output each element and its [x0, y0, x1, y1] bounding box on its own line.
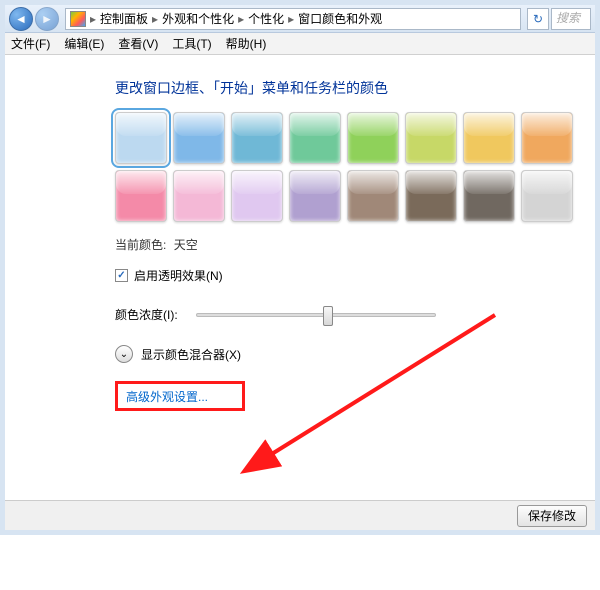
color-swatch-13[interactable] [405, 170, 457, 222]
search-input[interactable]: 搜索 [551, 8, 591, 30]
color-swatch-14[interactable] [463, 170, 515, 222]
color-swatch-0[interactable] [115, 112, 167, 164]
nav-forward-button[interactable]: ► [35, 7, 59, 31]
bc-appearance[interactable]: 外观和个性化 [162, 10, 234, 27]
transparency-label: 启用透明效果(N) [134, 267, 223, 284]
chevron-down-icon: ⌄ [115, 345, 133, 363]
color-swatch-9[interactable] [173, 170, 225, 222]
menu-edit[interactable]: 编辑(E) [64, 35, 104, 52]
transparency-row: ✓ 启用透明效果(N) [115, 267, 595, 284]
nav-back-button[interactable]: ◄ [9, 7, 33, 31]
intensity-slider[interactable] [196, 313, 436, 317]
advanced-settings-highlight: 高级外观设置... [115, 381, 245, 411]
color-swatch-15[interactable] [521, 170, 573, 222]
color-swatch-10[interactable] [231, 170, 283, 222]
menu-file[interactable]: 文件(F) [11, 35, 50, 52]
bc-window-color[interactable]: 窗口颜色和外观 [298, 10, 382, 27]
address-bar: ◄ ► ▸ 控制面板 ▸ 外观和个性化 ▸ 个性化 ▸ 窗口颜色和外观 ↻ 搜索 [5, 5, 595, 33]
current-color-label: 当前颜色: [115, 238, 166, 252]
page-title: 更改窗口边框、「开始」菜单和任务栏的颜色 [115, 78, 595, 98]
chevron-icon: ▸ [286, 12, 296, 26]
control-panel-icon [70, 11, 86, 27]
color-swatch-8[interactable] [115, 170, 167, 222]
color-swatch-7[interactable] [521, 112, 573, 164]
content-area: 更改窗口边框、「开始」菜单和任务栏的颜色 当前颜色: 天空 ✓ 启用透明效果(N… [5, 60, 595, 500]
color-swatches [115, 112, 590, 222]
refresh-button[interactable]: ↻ [527, 8, 549, 30]
advanced-settings-link[interactable]: 高级外观设置... [126, 388, 208, 405]
chevron-icon: ▸ [150, 12, 160, 26]
current-color-row: 当前颜色: 天空 [115, 236, 595, 253]
color-swatch-6[interactable] [463, 112, 515, 164]
color-mixer-expander[interactable]: ⌄ 显示颜色混合器(X) [115, 345, 595, 363]
color-swatch-1[interactable] [173, 112, 225, 164]
color-swatch-2[interactable] [231, 112, 283, 164]
breadcrumb[interactable]: ▸ 控制面板 ▸ 外观和个性化 ▸ 个性化 ▸ 窗口颜色和外观 [65, 8, 521, 30]
chevron-icon: ▸ [236, 12, 246, 26]
menu-help[interactable]: 帮助(H) [226, 35, 267, 52]
intensity-row: 颜色浓度(I): [115, 306, 595, 323]
color-swatch-4[interactable] [347, 112, 399, 164]
menu-view[interactable]: 查看(V) [118, 35, 158, 52]
slider-thumb[interactable] [323, 306, 333, 326]
color-swatch-3[interactable] [289, 112, 341, 164]
color-swatch-12[interactable] [347, 170, 399, 222]
current-color-value: 天空 [174, 238, 198, 252]
save-button[interactable]: 保存修改 [517, 505, 587, 527]
intensity-label: 颜色浓度(I): [115, 306, 178, 323]
chevron-icon: ▸ [88, 12, 98, 26]
color-mixer-label: 显示颜色混合器(X) [141, 346, 241, 363]
menu-tools[interactable]: 工具(T) [172, 35, 211, 52]
bc-control-panel[interactable]: 控制面板 [100, 10, 148, 27]
menu-bar: 文件(F) 编辑(E) 查看(V) 工具(T) 帮助(H) [5, 33, 595, 55]
footer-bar: 保存修改 [5, 500, 595, 530]
bc-personalization[interactable]: 个性化 [248, 10, 284, 27]
color-swatch-5[interactable] [405, 112, 457, 164]
transparency-checkbox[interactable]: ✓ [115, 269, 128, 282]
color-swatch-11[interactable] [289, 170, 341, 222]
